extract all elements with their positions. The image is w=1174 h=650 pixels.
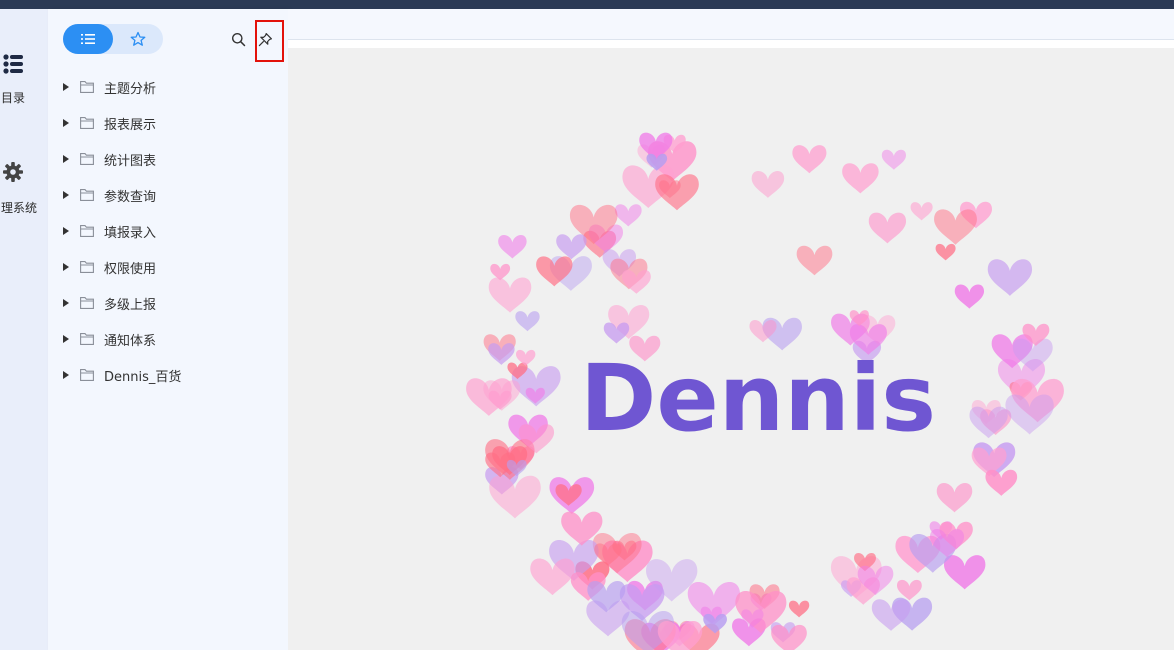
expand-arrow-icon[interactable] xyxy=(63,335,69,343)
expand-arrow-icon[interactable] xyxy=(63,227,69,235)
expand-arrow-icon[interactable] xyxy=(63,119,69,127)
folder-icon xyxy=(80,225,94,237)
search-icon xyxy=(231,32,245,46)
heart-shape xyxy=(515,311,540,332)
search-button[interactable] xyxy=(226,27,250,51)
list-icon xyxy=(3,54,23,74)
expand-arrow-icon[interactable] xyxy=(63,299,69,307)
heart-shape xyxy=(792,145,827,174)
heart-shape xyxy=(530,558,575,596)
heart-shape xyxy=(943,555,986,590)
heart-shape xyxy=(788,600,810,618)
expand-arrow-icon[interactable] xyxy=(63,191,69,199)
heart-shape xyxy=(498,234,527,259)
heart-shape xyxy=(934,209,977,245)
tree-item-label: 填报录入 xyxy=(104,225,157,241)
heart-shape xyxy=(655,174,699,211)
folder-icon xyxy=(80,189,94,201)
heart-shape xyxy=(954,284,985,309)
expand-arrow-icon[interactable] xyxy=(63,263,69,271)
heart-shape xyxy=(842,163,879,194)
heart-shape xyxy=(796,245,833,276)
heart-shape xyxy=(910,202,933,221)
heart-shape xyxy=(614,204,642,227)
heart-shape xyxy=(935,243,956,261)
heart-shape xyxy=(516,349,536,366)
tree-item[interactable]: 参数查询 xyxy=(48,177,288,213)
heart-shape xyxy=(936,483,973,513)
nav-item-label: 理系统 xyxy=(1,201,38,215)
main-content: Dennis xyxy=(288,9,1174,650)
folder-icon xyxy=(80,153,94,165)
nav-item-system[interactable]: 理系统 xyxy=(0,161,48,216)
heart-shape xyxy=(751,171,785,198)
folder-icon xyxy=(80,297,94,309)
heart-shape xyxy=(881,149,906,170)
top-bar xyxy=(0,0,1174,9)
heart-shape xyxy=(556,234,587,260)
folder-icon xyxy=(80,369,94,381)
tree-item[interactable]: 统计图表 xyxy=(48,141,288,177)
content-tab-bar xyxy=(288,9,1174,40)
tree-item[interactable]: 主题分析 xyxy=(48,69,288,105)
tree-item-label: 统计图表 xyxy=(104,153,157,169)
tree-item-label: Dennis_百货 xyxy=(104,369,182,385)
tab-list-view[interactable] xyxy=(63,24,113,54)
folder-icon xyxy=(80,81,94,93)
heart-shape xyxy=(488,277,532,313)
heart-shape xyxy=(987,259,1033,296)
tree-item-label: 多级上报 xyxy=(104,297,157,313)
hearts-animation-canvas: Dennis xyxy=(466,132,1064,650)
view-switch xyxy=(63,24,163,54)
catalog-tree: 主题分析 报表展示 统计图表 参数查询 填报录入 权限使用 多级上报 通知体系 … xyxy=(48,69,288,393)
list-icon xyxy=(81,34,95,44)
tree-item[interactable]: 报表展示 xyxy=(48,105,288,141)
tree-item[interactable]: 多级上报 xyxy=(48,285,288,321)
star-icon xyxy=(130,31,146,46)
heart-shape xyxy=(985,469,1018,496)
heart-shape xyxy=(868,212,907,244)
folder-icon xyxy=(80,261,94,273)
tree-item-label: 参数查询 xyxy=(104,189,157,205)
expand-arrow-icon[interactable] xyxy=(63,155,69,163)
tree-item[interactable]: 通知体系 xyxy=(48,321,288,357)
left-nav: 目录 理系统 xyxy=(0,9,48,650)
heart-shape xyxy=(897,579,922,601)
folder-icon xyxy=(80,333,94,345)
nav-item-catalog[interactable]: 目录 xyxy=(0,53,48,108)
catalog-panel: 主题分析 报表展示 统计图表 参数查询 填报录入 权限使用 多级上报 通知体系 … xyxy=(48,9,288,650)
dennis-wordmark: Dennis xyxy=(580,345,936,452)
tree-item-label: 报表展示 xyxy=(104,117,157,133)
heart-shape xyxy=(871,599,911,631)
tree-item[interactable]: 填报录入 xyxy=(48,213,288,249)
tree-item-label: 权限使用 xyxy=(104,261,157,277)
tree-item[interactable]: Dennis_百货 xyxy=(48,357,288,393)
gear-icon xyxy=(3,162,23,182)
nav-item-label: 目录 xyxy=(1,91,26,105)
tree-item-label: 通知体系 xyxy=(104,333,157,349)
tree-item-label: 主题分析 xyxy=(104,81,157,97)
tree-item[interactable]: 权限使用 xyxy=(48,249,288,285)
folder-icon xyxy=(80,117,94,129)
pin-highlight-box xyxy=(255,20,284,62)
tab-favorites[interactable] xyxy=(113,24,163,54)
heart-shape xyxy=(490,263,511,281)
content-toolbar-strip xyxy=(288,40,1174,48)
expand-arrow-icon[interactable] xyxy=(63,371,69,379)
expand-arrow-icon[interactable] xyxy=(63,83,69,91)
